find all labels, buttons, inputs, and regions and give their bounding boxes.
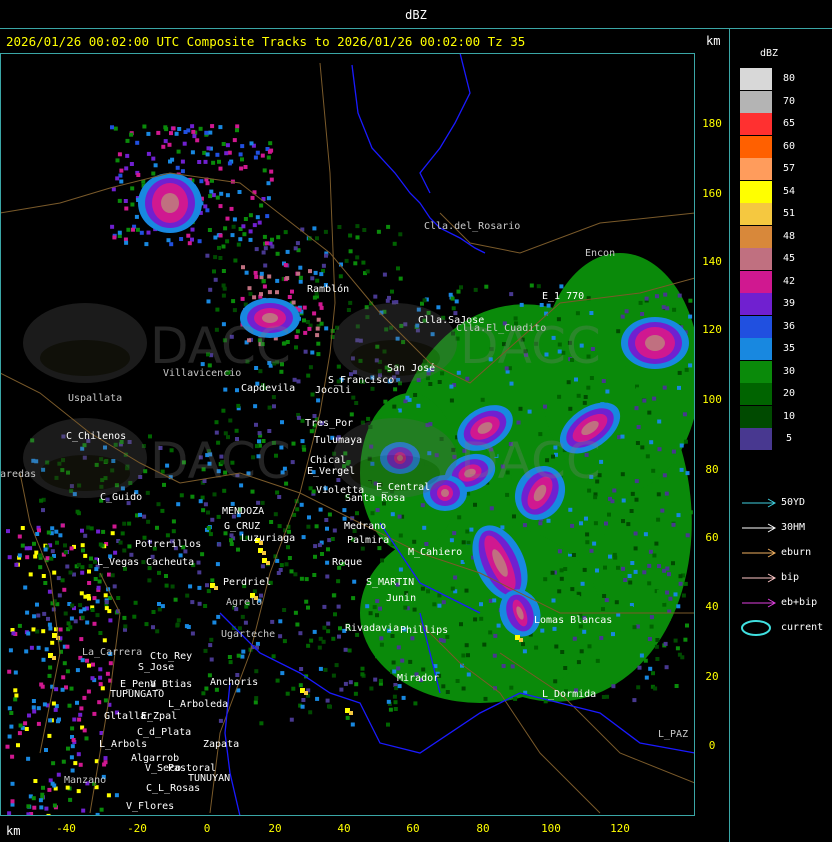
- legend-level-label: 54: [782, 185, 796, 197]
- y-tick-label: 80: [705, 463, 719, 476]
- legend-swatch: [740, 158, 772, 180]
- legend-level-label: 48: [782, 230, 796, 242]
- x-tick-label: -20: [127, 822, 147, 835]
- y-tick-label: 0: [708, 739, 716, 752]
- legend-swatch: [740, 315, 772, 338]
- x-tick-label: 20: [268, 822, 282, 835]
- legend-level-label: 20: [782, 388, 796, 399]
- legend-level-label: 5: [785, 433, 793, 444]
- legend-swatch: [740, 360, 772, 383]
- legend-level-label: 57: [782, 163, 796, 174]
- x-tick-label: 40: [337, 822, 351, 835]
- legend-level-label: 30: [782, 365, 796, 377]
- legend-level-label: 51: [782, 208, 796, 219]
- legend-swatch: [740, 383, 772, 405]
- legend-level-label: 42: [782, 275, 796, 287]
- km-unit-top: km: [706, 34, 721, 48]
- km-unit-bottom: km: [6, 824, 21, 838]
- y-tick-label: 20: [705, 670, 719, 683]
- y-tick-label: 100: [702, 393, 722, 406]
- composite-tracks-subtitle: 2026/01/26 00:02:00 UTC Composite Tracks…: [6, 34, 526, 49]
- header-divider: [0, 28, 832, 29]
- y-tick-label: 60: [705, 531, 719, 544]
- track-label: bip: [781, 572, 800, 583]
- x-tick-label: 80: [476, 822, 490, 835]
- y-tick-label: 120: [702, 323, 722, 336]
- legend-swatch: [740, 248, 772, 270]
- track-arrow-icon: [742, 573, 777, 583]
- legend-divider: [729, 28, 730, 842]
- legend-title: dBZ: [760, 48, 779, 59]
- window-title: dBZ: [405, 8, 427, 22]
- legend-swatch: [740, 338, 772, 360]
- legend-swatch: [740, 203, 772, 225]
- x-tick-label: 60: [406, 822, 420, 835]
- current-label: current: [781, 622, 824, 633]
- current-cell-icon: [741, 620, 771, 636]
- legend-level-label: 70: [782, 95, 796, 107]
- x-tick-label: 120: [610, 822, 630, 835]
- map-frame: [0, 53, 695, 816]
- y-tick-label: 140: [702, 255, 722, 268]
- legend-level-label: 10: [782, 410, 796, 422]
- track-label: 50YD: [781, 497, 806, 508]
- track-arrow-icon: [742, 548, 777, 558]
- track-label: eb+bip: [781, 597, 818, 608]
- legend-level-label: 60: [782, 140, 796, 152]
- track-label: 30HM: [781, 522, 806, 533]
- legend-swatch: [740, 135, 772, 158]
- y-tick-label: 160: [702, 187, 722, 200]
- legend-level-label: 39: [782, 298, 796, 309]
- legend-level-label: 36: [782, 320, 796, 332]
- legend-swatch: [740, 428, 772, 450]
- x-tick-label: 0: [203, 822, 211, 835]
- track-label: eburn: [781, 547, 812, 558]
- legend-swatch: [740, 405, 772, 428]
- legend-swatch: [740, 90, 772, 113]
- track-arrow-icon: [742, 498, 777, 508]
- legend-level-label: 45: [782, 253, 796, 264]
- legend-swatch: [740, 293, 772, 315]
- y-tick-label: 180: [702, 117, 722, 130]
- legend-level-label: 35: [782, 343, 796, 354]
- legend-level-label: 80: [782, 73, 796, 84]
- track-arrow-icon: [742, 598, 777, 608]
- legend-swatch: [740, 225, 772, 248]
- legend-swatch: [740, 113, 772, 135]
- y-tick-label: 40: [705, 600, 719, 613]
- track-arrow-icon: [742, 523, 777, 533]
- legend-swatch: [740, 68, 772, 90]
- x-tick-label: 100: [541, 822, 561, 835]
- legend-swatch: [740, 180, 772, 203]
- x-tick-label: -40: [56, 822, 76, 835]
- legend-swatch: [740, 270, 772, 293]
- legend-level-label: 65: [782, 118, 796, 129]
